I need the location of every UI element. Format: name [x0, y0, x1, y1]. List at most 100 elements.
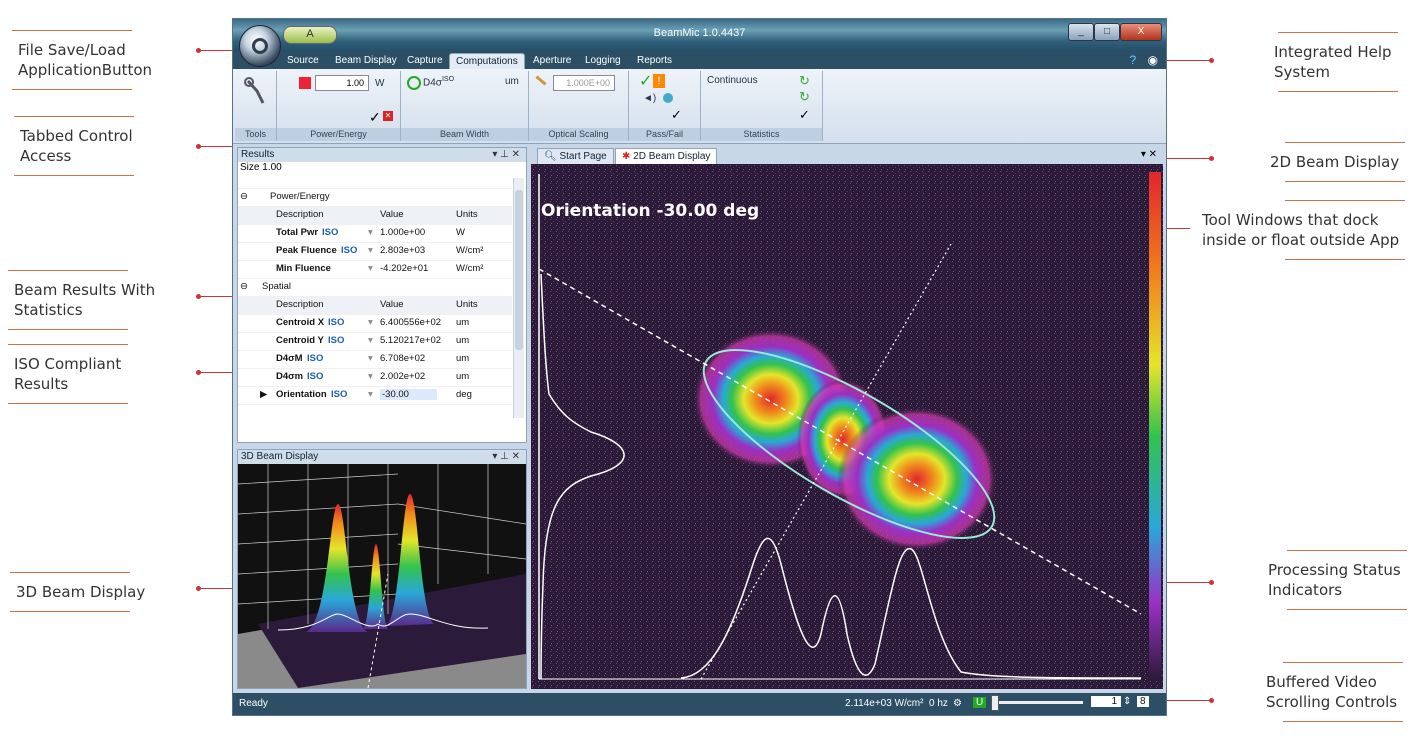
info-icon[interactable]: [663, 93, 673, 103]
video-buffer-slider[interactable]: [991, 695, 1083, 711]
pf-check-icon[interactable]: ✓: [671, 107, 682, 123]
table-row[interactable]: Total Pwr ISO ▾ 1.000e+00 W: [238, 225, 512, 243]
row-description: Total Pwr: [276, 227, 319, 238]
tab-2d-beam-display[interactable]: ✱ 2D Beam Display: [615, 148, 718, 164]
quick-access-toolbar[interactable]: A: [283, 26, 337, 44]
beamwidth-unit-select[interactable]: um: [505, 76, 519, 87]
orientation-overlay: Orientation -30.00 deg: [541, 201, 759, 221]
beam-2d-canvas[interactable]: Orientation -30.00 deg: [531, 164, 1163, 689]
optical-scale-input[interactable]: 1.000E+00: [553, 75, 615, 91]
refresh-icon[interactable]: ↻: [799, 73, 810, 89]
row-dropdown-icon[interactable]: ▾: [368, 245, 373, 256]
results-scrollbar[interactable]: [513, 178, 524, 418]
callout-tool-windows: Tool Windows that dock inside or float o…: [1196, 200, 1406, 260]
cancel-icon[interactable]: ✕: [383, 111, 393, 121]
tab-start-page[interactable]: 🔍︎ Start Page: [537, 148, 614, 164]
minimize-button[interactable]: _: [1068, 23, 1094, 41]
row-dropdown-icon[interactable]: ▾: [368, 227, 373, 238]
reset-icon[interactable]: ↻: [799, 89, 810, 105]
p3d-title-bar: 3D Beam Display ▾ ⊥ ✕: [238, 450, 526, 464]
row-units: um: [456, 353, 470, 364]
table-row[interactable]: ▶ Orientation ISO ▾ -30.00 deg: [238, 387, 512, 405]
row-description: Orientation: [276, 389, 327, 400]
beam-2d-display[interactable]: Orientation -30.00 deg: [531, 164, 1163, 689]
row-dropdown-icon[interactable]: ▾: [368, 371, 373, 382]
tab-aperture[interactable]: Aperture: [527, 53, 577, 69]
row-iso: ISO: [328, 317, 345, 328]
document-tabs: 🔍︎ Start Page ✱ 2D Beam Display ▾ ✕: [531, 147, 1163, 164]
beam-spot-right: [837, 407, 997, 551]
col-value: Value: [380, 299, 404, 310]
frame-spinner-icon[interactable]: ⇕: [1123, 696, 1131, 707]
table-row[interactable]: D4σm ISO ▾ 2.002e+02 um: [238, 369, 512, 387]
power-unit-select[interactable]: W: [375, 78, 384, 89]
close-button[interactable]: X: [1120, 23, 1162, 41]
results-title-bar: Results ▾ ⊥ ✕: [238, 148, 526, 162]
group-label: Power/Energy: [277, 128, 400, 141]
table-row[interactable]: Centroid X ISO ▾ 6.400556e+02 um: [238, 315, 512, 333]
status-bar: Ready 2.114e+03 W/cm² 0 hz ⚙ U 1 ⇕ 8: [233, 693, 1166, 715]
row-dropdown-icon[interactable]: ▾: [368, 389, 373, 400]
group-row-power[interactable]: ⊖ Power/Energy: [238, 189, 512, 207]
options-icon[interactable]: ◉: [1148, 53, 1158, 67]
row-units: W/cm²: [456, 245, 484, 256]
group-label: Optical Scaling: [529, 128, 628, 141]
row-description: Centroid X: [276, 317, 325, 328]
apply-check-icon[interactable]: ✓: [369, 109, 381, 126]
statistics-mode-select[interactable]: Continuous: [707, 75, 758, 86]
pass-icon[interactable]: ✓: [639, 71, 652, 91]
slider-thumb[interactable]: [991, 695, 999, 711]
tools-icon[interactable]: [243, 77, 269, 107]
results-panel: Results ▾ ⊥ ✕ Size 1.00 ⊖ Power/Energy D…: [237, 147, 527, 443]
table-row[interactable]: Centroid Y ISO ▾ 5.120217e+02 um: [238, 333, 512, 351]
tab-capture[interactable]: Capture: [401, 53, 449, 69]
help-icon[interactable]: ?: [1129, 53, 1136, 67]
frame-max: 8: [1137, 696, 1149, 707]
leader-dot: [196, 144, 201, 149]
tab-beam-display[interactable]: Beam Display: [329, 53, 403, 69]
scroll-thumb[interactable]: [515, 190, 523, 350]
row-dropdown-icon[interactable]: ▾: [368, 317, 373, 328]
ribbon-tabs: Source Beam Display Capture Computations…: [233, 51, 1166, 70]
callout-buffered: Buffered Video Scrolling Controls: [1260, 662, 1404, 722]
panel-controls[interactable]: ▾ ⊥ ✕: [492, 450, 520, 464]
beamwidth-method-select[interactable]: D4σISO: [423, 76, 454, 88]
collapse-icon[interactable]: ⊖: [240, 191, 248, 202]
stats-check-icon[interactable]: ✓: [799, 107, 810, 123]
row-dropdown-icon[interactable]: ▾: [368, 335, 373, 346]
leader-dot: [1209, 580, 1214, 585]
power-value-input[interactable]: 1.00: [315, 75, 369, 91]
tab-reports[interactable]: Reports: [631, 53, 678, 69]
tab-logging[interactable]: Logging: [579, 53, 627, 69]
row-dropdown-icon[interactable]: ▾: [368, 263, 373, 274]
sound-icon[interactable]: ◄): [643, 93, 656, 104]
u-badge[interactable]: U: [973, 697, 987, 708]
group-row-spatial[interactable]: ⊖ Spatial: [238, 279, 512, 297]
results-title: Results: [241, 149, 275, 160]
application-button[interactable]: [239, 25, 281, 67]
tab-label: 2D Beam Display: [633, 151, 711, 162]
row-dropdown-icon[interactable]: ▾: [368, 353, 373, 364]
row-iso: ISO: [331, 389, 348, 400]
spacer: [238, 176, 512, 189]
color-scale-bar: [1149, 172, 1161, 680]
tab-source[interactable]: Source: [281, 53, 325, 69]
tab-computations[interactable]: Computations: [449, 53, 525, 70]
collapse-icon[interactable]: ⊖: [240, 281, 248, 292]
panel-controls[interactable]: ▾ ⊥ ✕: [492, 148, 520, 162]
frame-input[interactable]: 1: [1091, 696, 1121, 707]
row-iso: ISO: [328, 335, 345, 346]
table-row[interactable]: Min Fluence ▾ -4.202e+01 W/cm²: [238, 261, 512, 279]
beam-3d-view[interactable]: [238, 464, 526, 688]
size-control[interactable]: Size 1.00: [238, 162, 526, 176]
col-units: Units: [456, 209, 478, 220]
warning-icon[interactable]: !: [653, 74, 665, 88]
table-row[interactable]: D4σM ISO ▾ 6.708e+02 um: [238, 351, 512, 369]
row-units: um: [456, 335, 470, 346]
tab-label: Start Page: [559, 151, 607, 162]
maximize-button[interactable]: □: [1094, 23, 1120, 41]
row-value: 5.120217e+02: [380, 335, 442, 346]
table-row[interactable]: Peak Fluence ISO ▾ 2.803e+03 W/cm²: [238, 243, 512, 261]
power-icon: [299, 77, 311, 89]
doc-panel-controls[interactable]: ▾ ✕: [1141, 149, 1157, 160]
